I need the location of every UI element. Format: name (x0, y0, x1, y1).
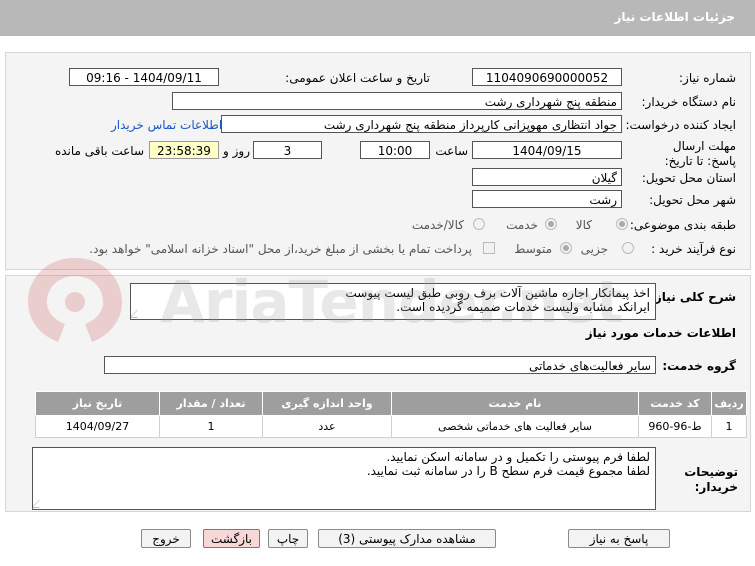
deadline-label: مهلت ارسال پاسخ: تا تاریخ: (664, 139, 736, 168)
category-label: طبقه بندی موضوعی: (629, 218, 736, 232)
col-service-code: کد خدمت (638, 391, 712, 416)
deadline-time-field: 10:00 (360, 141, 430, 159)
city-label: شهر محل تحویل: (649, 193, 736, 207)
category-radio-goods[interactable] (616, 218, 628, 230)
services-table-header: ردیف کد خدمت نام خدمت واحد اندازه گیری ت… (35, 391, 747, 416)
buyer-notes-textarea[interactable]: لطفا فرم پیوستی را تکمیل و در سامانه اسک… (32, 447, 656, 510)
remaining-label: ساعت باقی مانده (54, 144, 144, 158)
days-field: 3 (253, 141, 322, 159)
col-service-name: نام خدمت (391, 391, 639, 416)
title-bar: جزئیات اطلاعات نیاز (0, 0, 755, 36)
buyer-notes-line-2: لطفا مجموع قیمت فرم سطح B را در سامانه ث… (366, 464, 650, 478)
service-group-field: سایر فعالیت‌های خدماتی (104, 356, 656, 374)
province-label: استان محل تحویل: (641, 171, 736, 185)
cell-quantity: 1 (159, 415, 263, 438)
creator-field: جواد انتظاری مهوپزانی کارپرداز منطقه پنج… (221, 115, 622, 133)
cell-row: 1 (711, 415, 747, 438)
print-button[interactable]: چاپ (268, 529, 308, 548)
summary-line-2: ایرانکد مشابه ولیست خدمات ضمیمه گردیده ا… (396, 300, 650, 314)
remaining-time-field: 23:58:39 (149, 141, 219, 159)
city-field: رشت (472, 190, 622, 208)
service-group-label: گروه خدمت: (662, 359, 736, 373)
time-label: ساعت (435, 144, 468, 158)
announce-field: 1404/09/11 - 09:16 (69, 68, 219, 86)
col-row: ردیف (711, 391, 747, 416)
process-option-medium: متوسط (514, 242, 552, 256)
province-field: گیلان (472, 168, 622, 186)
col-unit: واحد اندازه گیری (262, 391, 392, 416)
reply-button[interactable]: پاسخ به نیاز (568, 529, 670, 548)
cell-unit: عدد (262, 415, 392, 438)
need-info-panel: شماره نیاز: 1104090690000052 تاریخ و ساع… (5, 52, 751, 270)
contact-info-link[interactable]: اطلاعات تماس خریدار (111, 118, 222, 132)
treasury-checkbox[interactable] (483, 242, 495, 254)
process-option-minor: جزیی (580, 242, 608, 256)
page-title: جزئیات اطلاعات نیاز (614, 10, 735, 24)
days-label: روز و (223, 144, 250, 158)
services-table: ردیف کد خدمت نام خدمت واحد اندازه گیری ت… (35, 391, 747, 438)
attachments-button[interactable]: مشاهده مدارک پیوستی (3) (318, 529, 496, 548)
buyer-org-label: نام دستگاه خریدار: (641, 95, 737, 109)
process-radio-minor[interactable] (622, 242, 634, 254)
summary-textarea[interactable]: اخذ پیمانکار اجاره ماشین آلات برف روبی ط… (130, 283, 656, 320)
announce-label: تاریخ و ساعت اعلان عمومی: (285, 71, 430, 85)
buyer-notes-label: توضیحات خریدار: (684, 465, 738, 494)
need-detail-panel: شرح کلی نیاز: اخذ پیمانکار اجاره ماشین آ… (5, 275, 751, 512)
back-button[interactable]: بازگشت (203, 529, 260, 548)
category-radio-service[interactable] (545, 218, 557, 230)
deadline-date-field: 1404/09/15 (472, 141, 622, 159)
payment-note: پرداخت تمام یا بخشی از مبلغ خرید،از محل … (89, 242, 472, 256)
creator-label: ایجاد کننده درخواست: (625, 118, 736, 132)
cell-need-date: 1404/09/27 (35, 415, 160, 438)
table-row: 1 ط-96-960 سایر فعالیت های خدماتی شخصی ع… (35, 415, 747, 438)
process-radio-medium[interactable] (560, 242, 572, 254)
summary-line-1: اخذ پیمانکار اجاره ماشین آلات برف روبی ط… (345, 286, 651, 300)
exit-button[interactable]: خروج (141, 529, 191, 548)
summary-label: شرح کلی نیاز: (650, 290, 736, 304)
need-number-field: 1104090690000052 (472, 68, 622, 86)
cell-service-name: سایر فعالیت های خدماتی شخصی (391, 415, 639, 438)
category-option-service: خدمت (506, 218, 538, 232)
col-need-date: تاریخ نیاز (35, 391, 160, 416)
category-option-goods: کالا (575, 218, 592, 232)
cell-service-code: ط-96-960 (638, 415, 712, 438)
need-number-label: شماره نیاز: (679, 71, 736, 85)
process-label: نوع فرآیند خرید : (651, 242, 736, 256)
services-heading: اطلاعات خدمات مورد نیاز (585, 326, 736, 340)
buyer-org-field: منطقه پنج شهرداری رشت (172, 92, 622, 110)
buyer-notes-line-1: لطفا فرم پیوستی را تکمیل و در سامانه اسک… (386, 450, 650, 464)
col-quantity: تعداد / مقدار (159, 391, 263, 416)
category-option-goods-service: کالا/خدمت (411, 218, 464, 232)
category-radio-goods-service[interactable] (473, 218, 485, 230)
resize-handle-icon[interactable] (131, 310, 145, 318)
resize-handle-icon[interactable] (33, 500, 47, 508)
